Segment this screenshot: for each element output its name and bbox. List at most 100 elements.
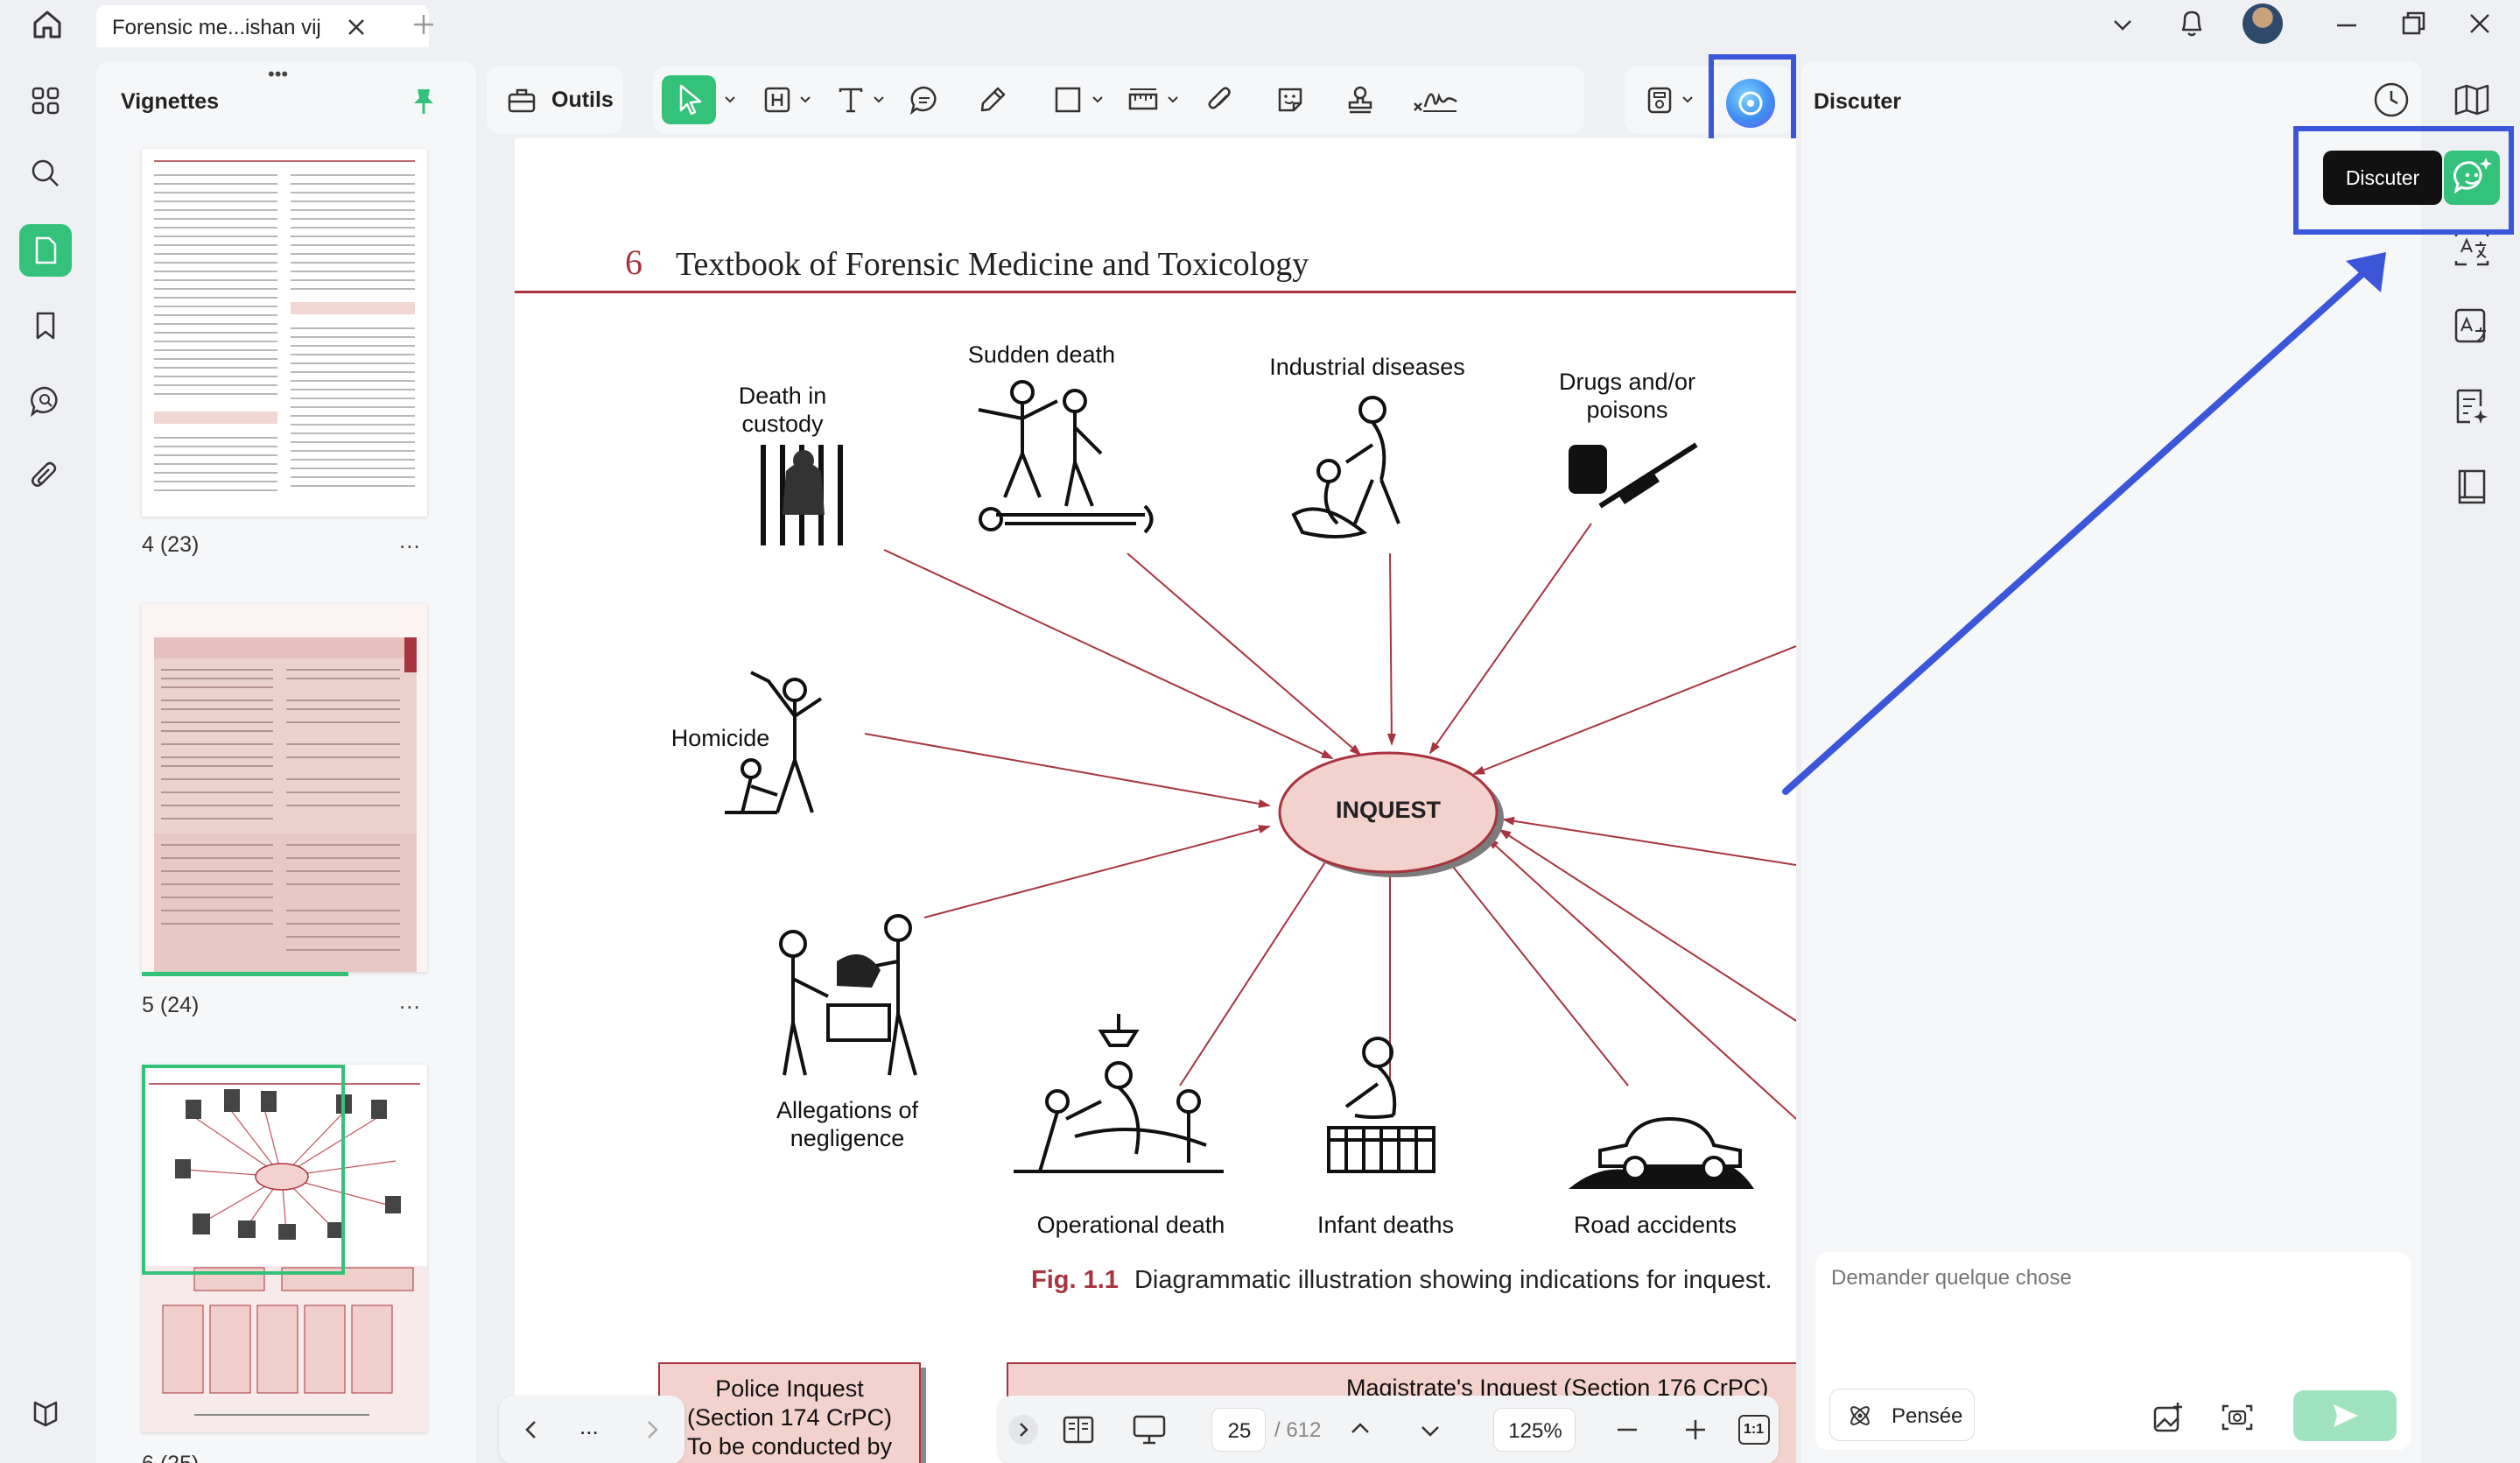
translate-document-icon[interactable] (2451, 305, 2493, 347)
thumbnail-more-button[interactable]: ... (399, 988, 421, 1015)
search-icon[interactable] (19, 147, 72, 200)
thumbnail-page-4[interactable] (142, 149, 427, 517)
chat-input[interactable] (1831, 1266, 2391, 1354)
summary-icon[interactable] (2451, 385, 2493, 427)
zoom-input[interactable]: 125% (1493, 1408, 1576, 1452)
current-view-indicator (142, 1065, 345, 1275)
chevron-up-icon[interactable] (1346, 1415, 1374, 1443)
chat-title: Discuter (1814, 89, 1901, 115)
chevron-down-icon[interactable] (798, 93, 812, 107)
label-homicide: Homicide (663, 725, 777, 752)
thumbnail-label: 4 (23) (142, 532, 199, 558)
thumbnail-panel-title: Vignettes (121, 89, 219, 115)
zoom-out-icon[interactable] (1612, 1415, 1642, 1445)
restore-icon[interactable] (2398, 9, 2428, 39)
document-tab[interactable]: Forensic me...ishan vij (96, 5, 429, 47)
signature-icon[interactable] (1411, 84, 1460, 116)
thinking-toggle[interactable]: Pensée (1829, 1389, 1975, 1441)
actual-size-label: 1:1 (1740, 1422, 1767, 1438)
toolbox-icon (506, 84, 537, 116)
measure-tool-icon[interactable] (1127, 84, 1159, 116)
reading-mode-icon[interactable] (2451, 466, 2493, 508)
page-layout-icon[interactable] (1061, 1413, 1096, 1446)
caption-text: Diagrammatic illustration showing indica… (1134, 1266, 1772, 1294)
chevron-down-icon[interactable] (723, 93, 737, 107)
comments-search-icon[interactable] (19, 375, 72, 427)
right-icon-rail (2421, 61, 2520, 1463)
pages-icon[interactable] (19, 224, 72, 277)
thinking-label: Pensée (1892, 1404, 1962, 1429)
label-road-accidents: Road accidents (1563, 1212, 1747, 1239)
total-pages: / 612 (1274, 1418, 1321, 1443)
label-sudden-death: Sudden death (954, 341, 1129, 369)
attachment-icon[interactable] (19, 450, 72, 503)
zoom-in-icon[interactable] (1681, 1415, 1710, 1445)
shape-tool-icon[interactable] (1052, 84, 1084, 116)
document-page: 6 Textbook of Forensic Medicine and Toxi… (515, 138, 1796, 1463)
chevron-left-icon[interactable] (518, 1417, 544, 1443)
ai-assistant-button[interactable] (1726, 79, 1775, 128)
screenshot-icon[interactable] (2220, 1401, 2255, 1434)
zoom-bar: 25 / 612 125% 1:1 (998, 1396, 1779, 1463)
new-chat-button[interactable] (2444, 151, 2500, 205)
inquest-node: INQUEST (1276, 748, 1504, 881)
title-bar: Forensic me...ishan vij (0, 0, 2520, 49)
add-image-icon[interactable] (2151, 1401, 2185, 1434)
layers-icon[interactable] (19, 1387, 72, 1439)
actual-size-button[interactable]: 1:1 (1738, 1415, 1770, 1445)
chevron-down-icon[interactable] (1091, 93, 1105, 107)
thumbnail-page-6[interactable] (142, 1065, 427, 1432)
close-tab-icon[interactable] (343, 14, 369, 40)
send-button[interactable] (2293, 1390, 2397, 1441)
chevron-down-icon[interactable] (1166, 93, 1180, 107)
inquest-label: INQUEST (1276, 797, 1500, 824)
presentation-icon[interactable] (1131, 1411, 1168, 1448)
infant-deaths-illustration (1320, 1031, 1443, 1180)
new-tab-icon[interactable] (410, 11, 438, 39)
expand-icon[interactable] (1008, 1415, 1038, 1445)
thumbnail-more-button[interactable]: ... (399, 527, 421, 554)
pen-tool-icon[interactable] (977, 84, 1008, 116)
page-number-input[interactable]: 25 (1211, 1408, 1266, 1452)
label-allegations-of-negligence: Allegations of negligence (751, 1096, 944, 1152)
text-tool-icon[interactable] (835, 84, 867, 116)
stamp-icon[interactable] (1344, 84, 1376, 116)
police-inquest-text: Police Inquest (Section 174 CrPC) To be … (660, 1375, 919, 1463)
minimize-icon[interactable] (2332, 11, 2362, 40)
close-window-icon[interactable] (2465, 9, 2495, 39)
home-icon[interactable] (30, 7, 65, 42)
book-map-icon[interactable] (2451, 79, 2493, 121)
thumbnail-page-5[interactable] (142, 604, 427, 972)
sticker-icon[interactable] (1274, 84, 1306, 116)
label-operational-death: Operational death (1017, 1212, 1245, 1239)
inquest-diagram-arrows (515, 138, 1796, 1463)
zoom-value: 125% (1494, 1419, 1576, 1444)
save-icon[interactable] (1644, 84, 1675, 116)
operational-death-illustration (1005, 1014, 1232, 1189)
pin-icon[interactable] (408, 86, 439, 117)
select-tool-button[interactable] (662, 75, 716, 124)
bell-icon[interactable] (2174, 5, 2209, 40)
reading-progress-bar (142, 972, 348, 976)
label-infant-deaths: Infant deaths (1294, 1212, 1478, 1239)
chevron-down-icon[interactable] (2108, 11, 2137, 40)
bookmark-icon[interactable] (19, 299, 72, 352)
avatar[interactable] (2243, 4, 2283, 44)
chevron-down-icon[interactable] (872, 93, 886, 107)
attachment-icon[interactable] (1204, 84, 1236, 116)
apps-grid-icon[interactable] (19, 74, 72, 127)
comment-tool-icon[interactable] (909, 84, 940, 116)
negligence-illustration (749, 909, 951, 1084)
drag-handle[interactable]: ••• (268, 63, 288, 86)
tools-button[interactable]: Outils (487, 67, 623, 133)
chevron-down-icon[interactable] (1681, 93, 1695, 107)
heading-tool-icon[interactable] (762, 84, 793, 116)
chevron-down-icon[interactable] (1416, 1417, 1444, 1445)
history-icon[interactable] (2370, 79, 2412, 121)
tab-title: Forensic me...ishan vij (112, 16, 321, 40)
chevron-right-icon[interactable] (639, 1417, 665, 1443)
label-death-in-custody: Death in custody (704, 382, 861, 438)
chat-input-box[interactable]: Pensée (1815, 1252, 2411, 1450)
label-drugs-poisons: Drugs and/or poisons (1535, 368, 1719, 424)
nav-more-button[interactable]: ... (579, 1413, 599, 1440)
